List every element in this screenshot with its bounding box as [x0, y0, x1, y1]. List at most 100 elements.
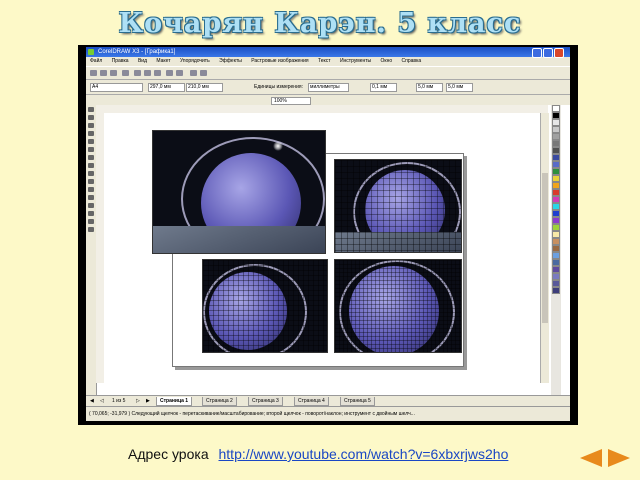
- maximize-icon[interactable]: [543, 48, 553, 58]
- vertical-scrollbar[interactable]: [540, 113, 549, 383]
- swatch-orange[interactable]: [552, 182, 560, 189]
- menu-arrange[interactable]: Упорядочить: [180, 58, 210, 64]
- rectangle-tool-icon[interactable]: [88, 155, 94, 160]
- menu-layout[interactable]: Макет: [156, 58, 170, 64]
- new-icon[interactable]: [90, 70, 97, 76]
- swatch-slate[interactable]: [552, 280, 560, 287]
- paste-icon[interactable]: [154, 70, 161, 76]
- nudge-field[interactable]: 0,1 мм: [370, 83, 397, 92]
- menu-help[interactable]: Справка: [402, 58, 422, 64]
- eyedropper-tool-icon[interactable]: [88, 203, 94, 208]
- paper-size-select[interactable]: A4: [90, 83, 143, 92]
- import-icon[interactable]: [190, 70, 197, 76]
- zoom-select[interactable]: 100%: [271, 97, 311, 105]
- drawing-canvas[interactable]: [104, 113, 540, 383]
- cut-icon[interactable]: [134, 70, 141, 76]
- swatch-tan[interactable]: [552, 238, 560, 245]
- tab-page-5[interactable]: Страница 5: [340, 397, 375, 406]
- basic-shapes-tool-icon[interactable]: [88, 179, 94, 184]
- swatch-lavender[interactable]: [552, 273, 560, 280]
- swatch-magenta[interactable]: [552, 196, 560, 203]
- menu-tools[interactable]: Инструменты: [340, 58, 371, 64]
- planet-image-pixelate-3[interactable]: [334, 259, 462, 353]
- menu-text[interactable]: Текст: [318, 58, 331, 64]
- prev-page-icon[interactable]: ◁: [100, 398, 104, 404]
- tab-page-2[interactable]: Страница 2: [202, 397, 237, 406]
- duplicate-y-field[interactable]: 5,0 мм: [446, 83, 473, 92]
- copy-icon[interactable]: [144, 70, 151, 76]
- menu-window[interactable]: Окно: [381, 58, 393, 64]
- swatch-sky[interactable]: [552, 252, 560, 259]
- crop-tool-icon[interactable]: [88, 123, 94, 128]
- swatch-red[interactable]: [552, 189, 560, 196]
- tab-page-3[interactable]: Страница 3: [248, 397, 283, 406]
- swatch-grey-80[interactable]: [552, 147, 560, 154]
- back-triangle-icon[interactable]: [580, 449, 602, 467]
- planet-image-original[interactable]: [152, 130, 326, 254]
- swatch-black[interactable]: [552, 112, 560, 119]
- app-window: CorelDRAW X3 - [Графика1] Файл Правка Ви…: [86, 47, 570, 421]
- status-bar: ( 70,065; -31,979 ) Следующий щелчок - п…: [86, 406, 570, 421]
- lesson-link[interactable]: http://www.youtube.com/watch?v=6xbxrjws2…: [219, 446, 509, 462]
- swatch-blue[interactable]: [552, 210, 560, 217]
- text-tool-icon[interactable]: [88, 187, 94, 192]
- swatch-grey-20[interactable]: [552, 126, 560, 133]
- swatch-grey-40[interactable]: [552, 133, 560, 140]
- save-icon[interactable]: [110, 70, 117, 76]
- duplicate-x-field[interactable]: 5,0 мм: [416, 83, 443, 92]
- undo-icon[interactable]: [166, 70, 173, 76]
- swatch-cream[interactable]: [552, 231, 560, 238]
- outline-tool-icon[interactable]: [88, 211, 94, 216]
- redo-icon[interactable]: [176, 70, 183, 76]
- page-width-field[interactable]: 297,0 мм: [148, 83, 185, 92]
- polygon-tool-icon[interactable]: [88, 171, 94, 176]
- last-page-icon[interactable]: ▶: [146, 398, 150, 404]
- page-height-field[interactable]: 210,0 мм: [186, 83, 223, 92]
- planet-image-pixelate-2[interactable]: [202, 259, 328, 353]
- swatch-lime[interactable]: [552, 224, 560, 231]
- units-select[interactable]: миллиметры: [308, 83, 349, 92]
- forward-triangle-icon[interactable]: [608, 449, 630, 467]
- menu-view[interactable]: Вид: [138, 58, 147, 64]
- smart-fill-tool-icon[interactable]: [88, 147, 94, 152]
- menu-effects[interactable]: Эффекты: [219, 58, 242, 64]
- close-icon[interactable]: [554, 48, 564, 58]
- open-icon[interactable]: [100, 70, 107, 76]
- tab-page-4[interactable]: Страница 4: [294, 397, 329, 406]
- tab-page-1[interactable]: Страница 1: [156, 397, 193, 406]
- ellipse-tool-icon[interactable]: [88, 163, 94, 168]
- interactive-blend-tool-icon[interactable]: [88, 195, 94, 200]
- swatch-indigo[interactable]: [552, 266, 560, 273]
- first-page-icon[interactable]: ◀: [90, 398, 94, 404]
- zoom-tool-icon[interactable]: [88, 131, 94, 136]
- title-bar: CorelDRAW X3 - [Графика1]: [86, 47, 570, 58]
- swatch-brown[interactable]: [552, 245, 560, 252]
- export-icon[interactable]: [200, 70, 207, 76]
- freehand-tool-icon[interactable]: [88, 139, 94, 144]
- next-page-icon[interactable]: ▷: [136, 398, 140, 404]
- swatch-dark-indigo[interactable]: [552, 287, 560, 294]
- window-title: CorelDRAW X3 - [Графика1]: [98, 49, 176, 55]
- swatch-navy[interactable]: [552, 154, 560, 161]
- lesson-address: Адрес урока http://www.youtube.com/watch…: [128, 446, 508, 462]
- swatch-cyan[interactable]: [552, 203, 560, 210]
- swatch-grey-60[interactable]: [552, 140, 560, 147]
- pick-tool-icon[interactable]: [88, 107, 94, 112]
- swatch-steel[interactable]: [552, 259, 560, 266]
- swatch-white[interactable]: [552, 105, 560, 112]
- swatch-yellow[interactable]: [552, 175, 560, 182]
- scroll-thumb[interactable]: [542, 173, 548, 323]
- interactive-fill-tool-icon[interactable]: [88, 227, 94, 232]
- menu-bitmaps[interactable]: Растровые изображения: [251, 58, 308, 64]
- planet-image-pixelate-1[interactable]: [334, 159, 462, 253]
- print-icon[interactable]: [122, 70, 129, 76]
- swatch-green[interactable]: [552, 168, 560, 175]
- menu-file[interactable]: Файл: [90, 58, 102, 64]
- swatch-violet[interactable]: [552, 217, 560, 224]
- menu-edit[interactable]: Правка: [112, 58, 129, 64]
- fill-tool-icon[interactable]: [88, 219, 94, 224]
- minimize-icon[interactable]: [532, 48, 542, 58]
- swatch-blue-2[interactable]: [552, 161, 560, 168]
- swatch-grey-10[interactable]: [552, 119, 560, 126]
- shape-tool-icon[interactable]: [88, 115, 94, 120]
